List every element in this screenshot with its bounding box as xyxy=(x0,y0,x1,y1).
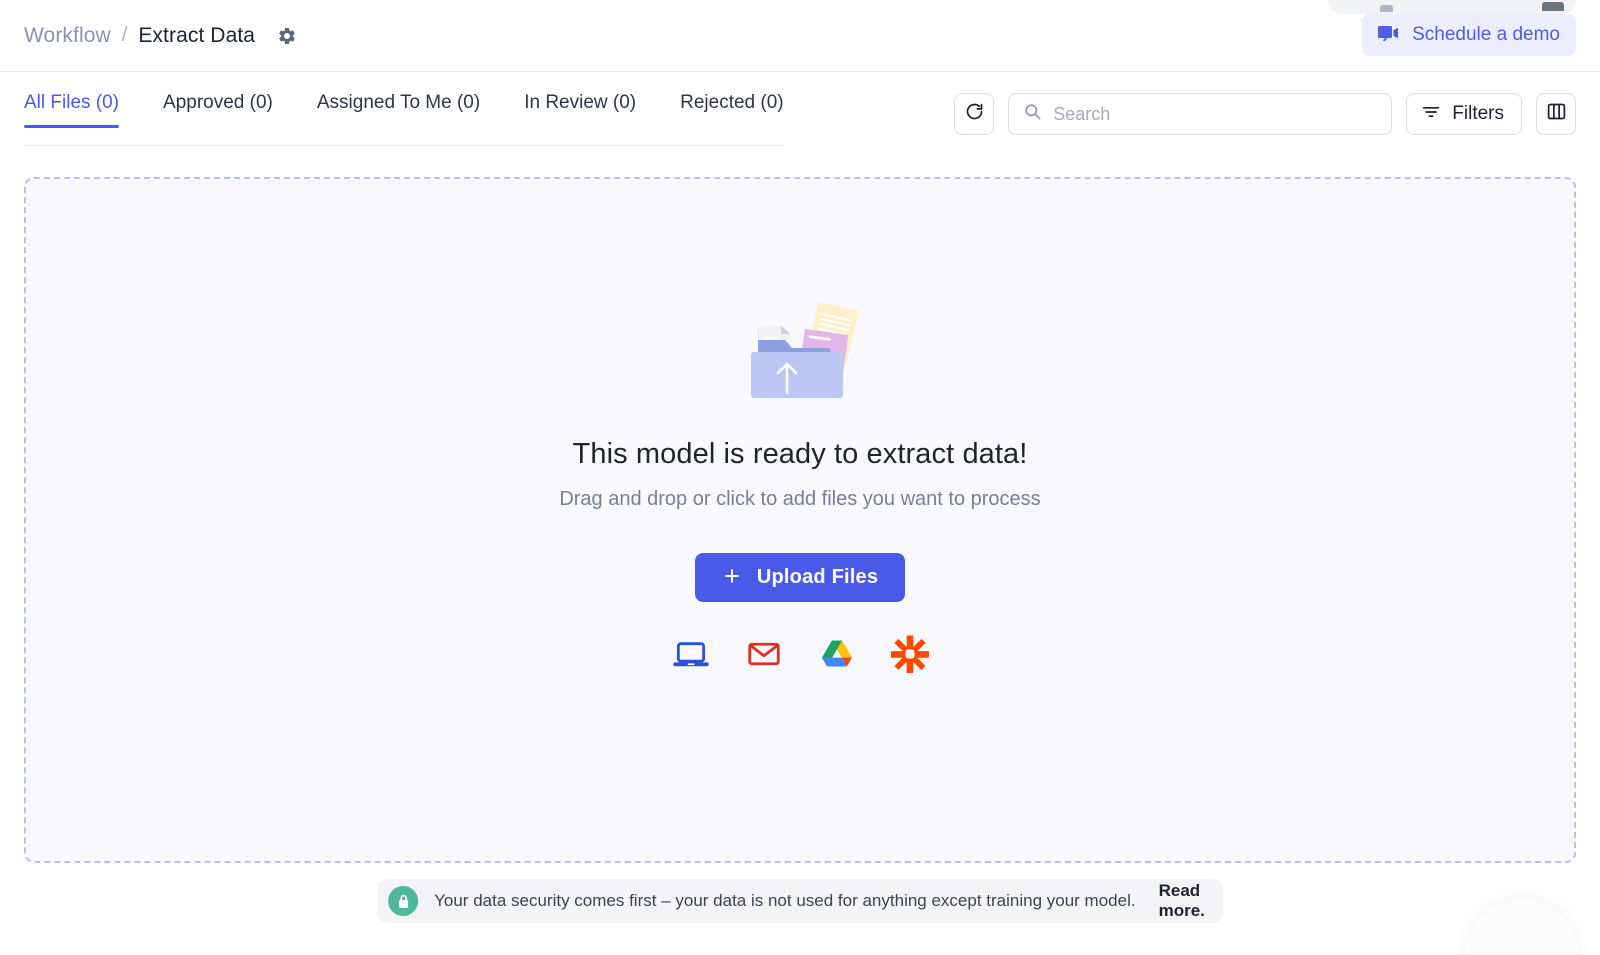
plus-icon xyxy=(722,566,742,589)
file-dropzone[interactable]: This model is ready to extract data! Dra… xyxy=(24,177,1576,863)
tab-assigned-to-me[interactable]: Assigned To Me (0) xyxy=(317,92,480,128)
dropzone-title: This model is ready to extract data! xyxy=(572,438,1028,470)
breadcrumb-parent[interactable]: Workflow xyxy=(24,24,111,48)
table-toolbar: Filters xyxy=(954,93,1576,135)
read-more-link[interactable]: Read more. xyxy=(1159,881,1205,921)
search-box[interactable] xyxy=(1008,93,1393,135)
lock-icon xyxy=(388,886,419,916)
gear-icon[interactable] xyxy=(274,23,300,49)
file-status-tabs: All Files (0) Approved (0) Assigned To M… xyxy=(24,92,828,128)
tab-all-files[interactable]: All Files (0) xyxy=(24,92,120,128)
breadcrumb-separator: / xyxy=(121,24,128,46)
upload-sources xyxy=(671,634,930,674)
tab-in-review[interactable]: In Review (0) xyxy=(524,92,636,128)
refresh-icon xyxy=(964,101,985,127)
filters-button[interactable]: Filters xyxy=(1406,93,1522,135)
filter-icon xyxy=(1421,102,1441,127)
upload-files-label: Upload Files xyxy=(756,566,879,588)
hidden-overflow-panel xyxy=(1328,0,1576,14)
panel-icon-partial xyxy=(1380,5,1393,12)
columns-icon xyxy=(1546,101,1567,127)
video-camera-icon xyxy=(1376,21,1400,50)
top-bar: Workflow / Extract Data Schedule a demo xyxy=(0,0,1600,72)
panel-badge-partial xyxy=(1542,2,1564,11)
data-security-message: Your data security comes first – your da… xyxy=(434,891,1136,910)
page-title: Extract Data xyxy=(138,23,256,47)
refresh-button[interactable] xyxy=(954,93,995,135)
tab-rejected[interactable]: Rejected (0) xyxy=(680,92,784,128)
filters-label: Filters xyxy=(1452,103,1504,124)
tab-approved[interactable]: Approved (0) xyxy=(163,92,273,128)
chat-widget[interactable] xyxy=(1466,899,1578,955)
folder-upload-illustration xyxy=(751,301,859,398)
upload-files-button[interactable]: Upload Files xyxy=(694,553,906,602)
laptop-icon[interactable] xyxy=(671,634,711,674)
tabs-divider xyxy=(24,145,784,146)
google-drive-icon[interactable] xyxy=(817,634,857,674)
schedule-demo-label: Schedule a demo xyxy=(1412,24,1560,45)
dropzone-subtitle: Drag and drop or click to add files you … xyxy=(559,488,1041,510)
search-icon xyxy=(1023,102,1042,126)
extract-data-page: Workflow / Extract Data Schedule a demo xyxy=(0,0,1600,955)
search-input[interactable] xyxy=(1053,103,1378,125)
breadcrumb: Workflow / Extract Data xyxy=(0,23,300,49)
tabs-toolbar-row: All Files (0) Approved (0) Assigned To M… xyxy=(0,72,1600,154)
schedule-demo-button[interactable]: Schedule a demo xyxy=(1362,14,1576,56)
zapier-icon[interactable] xyxy=(890,634,930,674)
data-security-banner: Your data security comes first – your da… xyxy=(377,879,1223,923)
gmail-icon[interactable] xyxy=(744,634,784,674)
columns-button[interactable] xyxy=(1536,93,1576,135)
